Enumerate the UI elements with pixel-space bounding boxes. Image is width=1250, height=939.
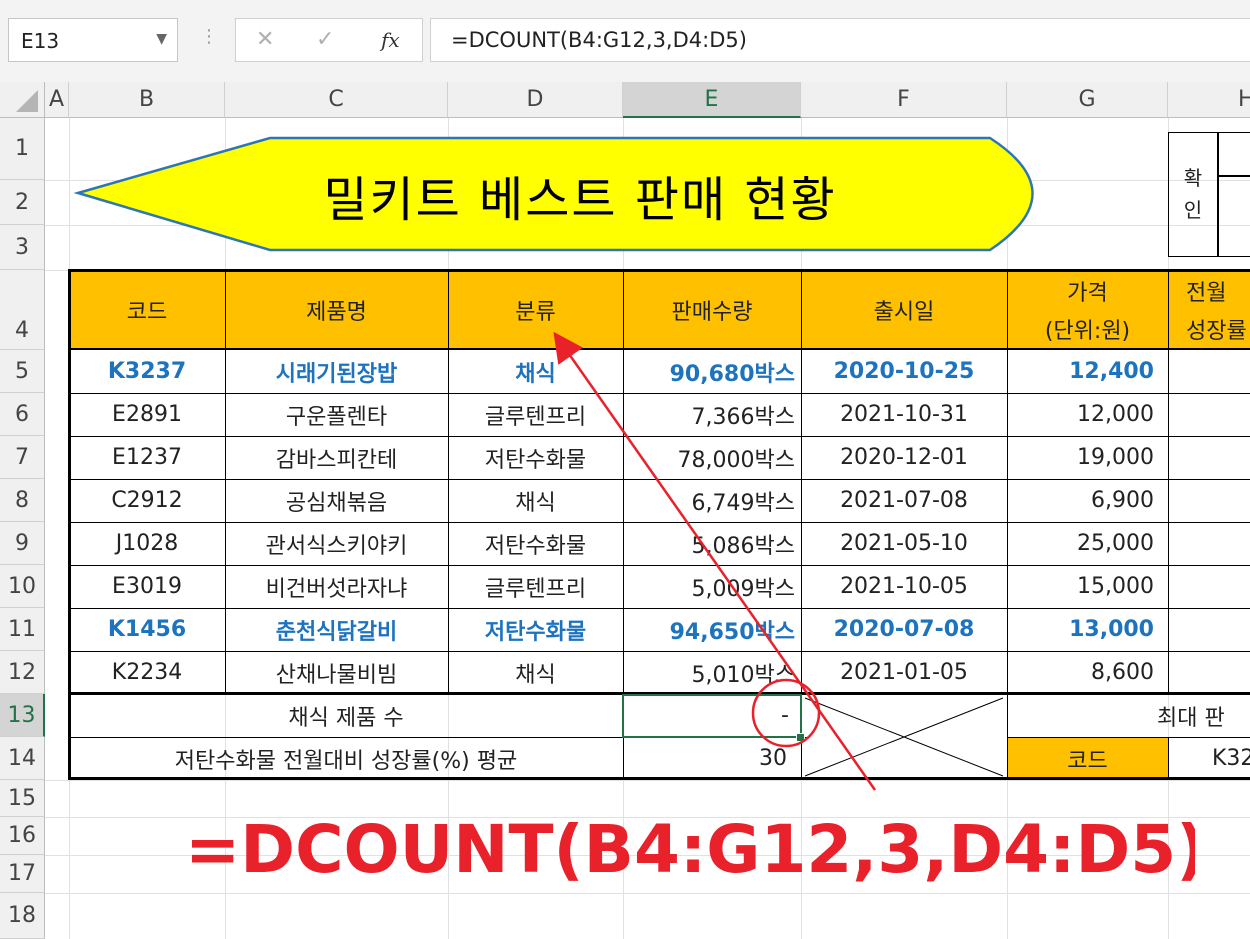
annotation-arrow <box>553 331 877 791</box>
annotation-formula: =DCOUNT(B4:G12,3,D4:D5) <box>185 810 1195 888</box>
